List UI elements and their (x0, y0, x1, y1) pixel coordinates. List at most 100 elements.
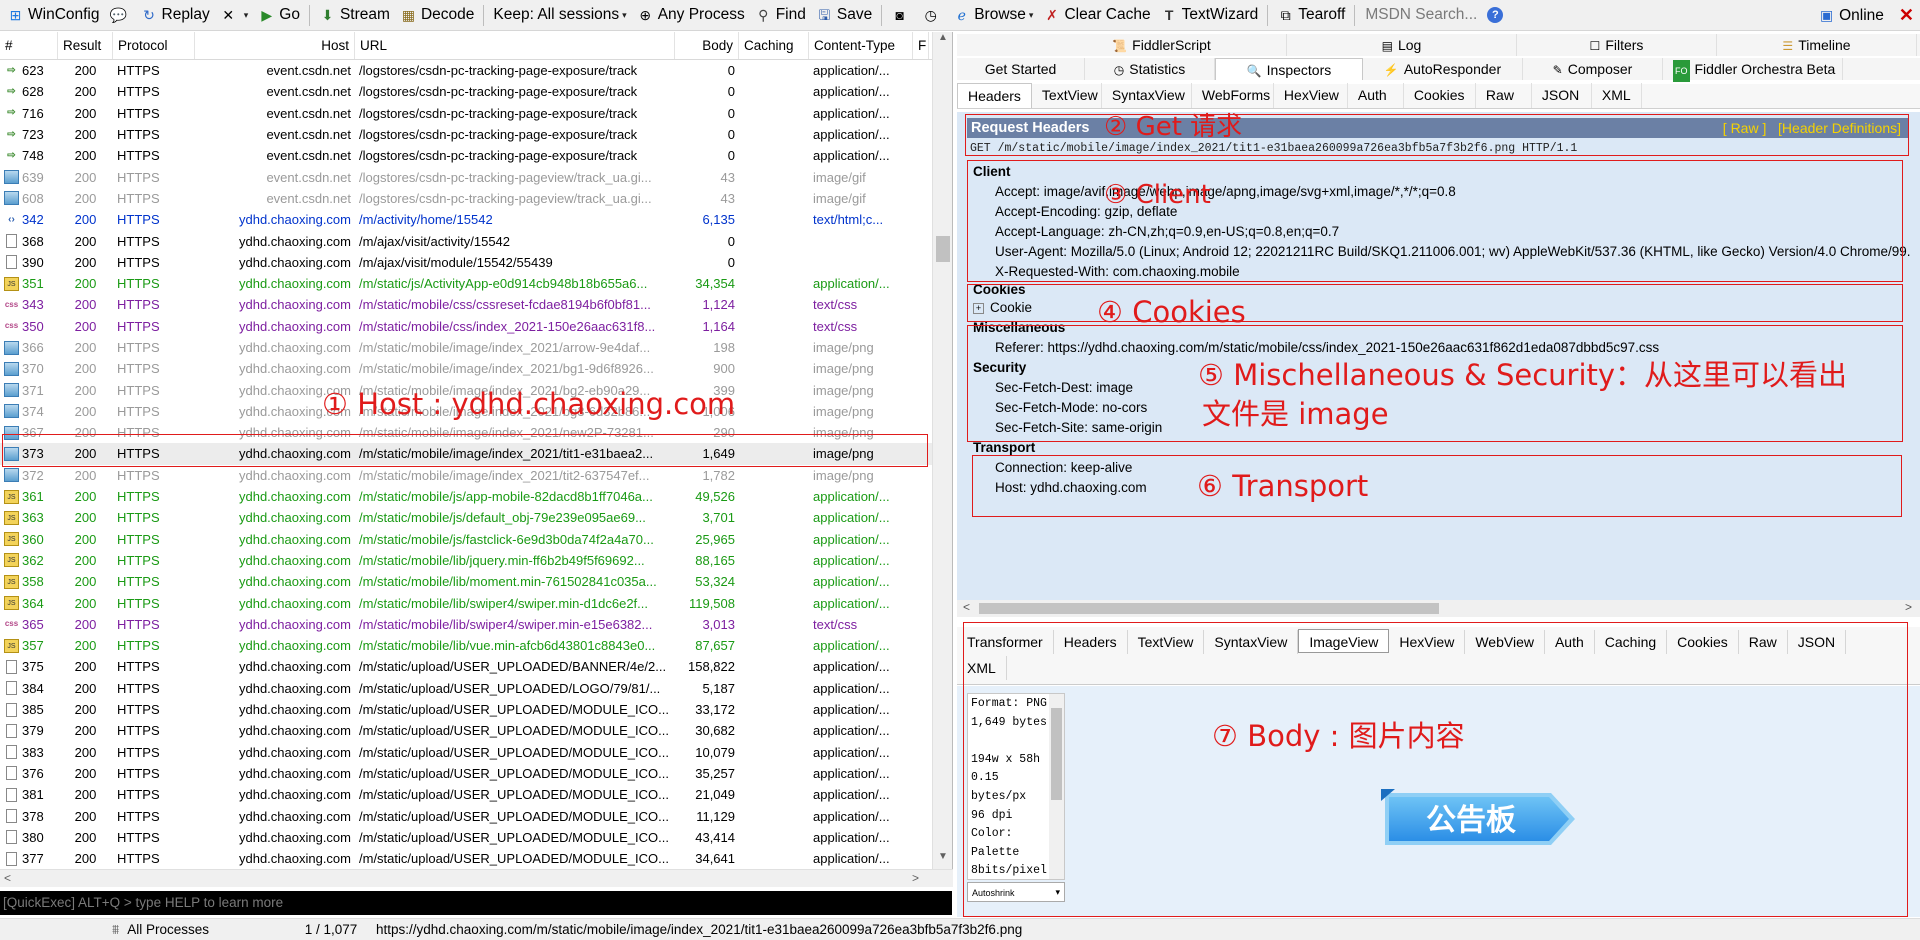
find-button[interactable]: ⚲ Find (750, 3, 811, 28)
tab-response-syntaxview[interactable]: SyntaxView (1204, 630, 1299, 654)
save-button[interactable]: 🖫 Save (811, 3, 877, 28)
tab-request-headers[interactable]: Headers (957, 83, 1032, 108)
tab-fiddler-orchestra[interactable]: FO Fiddler Orchestra Beta (1663, 58, 1843, 82)
stream-button[interactable]: ⬇ Stream (314, 3, 395, 28)
scroll-down-icon[interactable]: ▼ (933, 851, 953, 869)
tab-fiddlerscript[interactable]: 📜 FiddlerScript (1037, 34, 1287, 56)
column-header-body[interactable]: Body (675, 32, 739, 59)
winconfig-button[interactable]: ⊞ WinConfig (2, 3, 105, 28)
table-row[interactable]: ⇨ 716 200 HTTPS event.csdn.net/logstores/csd… (0, 103, 933, 124)
keep-sessions-dropdown[interactable]: Keep: All sessions ▾ (488, 3, 631, 28)
tab-response-headers[interactable]: Headers (1054, 630, 1128, 654)
table-row[interactable]: 381 200 HTTPS ydhd.chaoxing.com/m/static/up… (0, 784, 933, 805)
table-row[interactable]: ⇨ 748 200 HTTPS event.csdn.net/logstores/csd… (0, 145, 933, 166)
table-row[interactable]: ⇨ 723 200 HTTPS event.csdn.net/logstores/csd… (0, 124, 933, 145)
tab-response-imageview[interactable]: ImageView (1298, 629, 1390, 653)
tab-request-cookies[interactable]: Cookies (1404, 83, 1476, 108)
table-row[interactable]: 368 200 HTTPS ydhd.chaoxing.com/m/ajax/visi… (0, 230, 933, 251)
tab-get-started[interactable]: Get Started (957, 58, 1085, 80)
table-row[interactable]: 384 200 HTTPS ydhd.chaoxing.com/m/static/up… (0, 678, 933, 699)
textwizard-button[interactable]: T TextWizard (1156, 3, 1264, 28)
tab-response-raw[interactable]: Raw (1739, 630, 1788, 654)
tab-response-xml[interactable]: XML (957, 656, 1007, 680)
tab-response-textview[interactable]: TextView (1128, 630, 1205, 654)
table-row[interactable]: JS 363 200 HTTPS ydhd.chaoxing.com/m/static/… (0, 507, 933, 528)
tab-response-webview[interactable]: WebView (1465, 630, 1545, 654)
table-row[interactable]: ⇨ 623 200 HTTPS event.csdn.net/logstores/csd… (0, 60, 933, 81)
online-button[interactable]: ▣ Online (1813, 3, 1889, 28)
process-filter[interactable]: ⩩ All Processes (0, 922, 286, 938)
tab-response-json[interactable]: JSON (1788, 630, 1847, 654)
tab-autoresponder[interactable]: ⚡ AutoResponder (1363, 58, 1523, 80)
column-header-number[interactable]: # (0, 32, 58, 59)
column-header-protocol[interactable]: Protocol (113, 32, 195, 59)
scroll-right-icon[interactable]: > (1905, 600, 1912, 614)
tab-request-json[interactable]: JSON (1532, 83, 1592, 108)
column-header-url[interactable]: URL (355, 32, 675, 59)
table-row[interactable]: 370 200 HTTPS ydhd.chaoxing.com/m/static/mo… (0, 358, 933, 379)
table-row[interactable]: 373 200 HTTPS ydhd.chaoxing.com/m/static/mo… (0, 443, 933, 465)
table-row[interactable]: 390 200 HTTPS ydhd.chaoxing.com/m/ajax/visi… (0, 252, 933, 273)
scroll-right-icon[interactable]: > (912, 871, 919, 885)
scrollbar-thumb[interactable] (979, 603, 1439, 614)
table-row[interactable]: JS 351 200 HTTPS ydhd.chaoxing.com/m/static/… (0, 273, 933, 294)
table-row[interactable]: css 365 200 HTTPS ydhd.chaoxing.com/m/static… (0, 614, 933, 635)
table-row[interactable]: JS 360 200 HTTPS ydhd.chaoxing.com/m/static/… (0, 529, 933, 550)
table-row[interactable]: JS 357 200 HTTPS ydhd.chaoxing.com/m/static/… (0, 635, 933, 656)
table-row[interactable]: 376 200 HTTPS ydhd.chaoxing.com/m/static/up… (0, 763, 933, 784)
column-header-host[interactable]: Host (195, 32, 355, 59)
tab-request-webforms[interactable]: WebForms (1192, 83, 1274, 108)
table-row[interactable]: 367 200 HTTPS ydhd.chaoxing.com/m/static/mo… (0, 422, 933, 443)
clear-cache-button[interactable]: ✗ Clear Cache (1038, 3, 1155, 28)
request-horizontal-scrollbar[interactable]: < > (957, 600, 1920, 617)
tab-request-auth[interactable]: Auth (1348, 83, 1404, 108)
tab-request-textview[interactable]: TextView (1032, 83, 1102, 108)
scroll-up-icon[interactable]: ▲ (933, 32, 953, 50)
table-row[interactable]: 385 200 HTTPS ydhd.chaoxing.com/m/static/up… (0, 699, 933, 720)
tab-response-cookies[interactable]: Cookies (1667, 630, 1739, 654)
image-info-scrollbar[interactable] (1049, 694, 1064, 879)
expand-icon[interactable]: + (973, 302, 984, 314)
cookie-node[interactable]: + Cookie (973, 300, 1032, 315)
table-row[interactable]: 375 200 HTTPS ydhd.chaoxing.com/m/static/up… (0, 656, 933, 677)
decode-button[interactable]: ▦ Decode (395, 3, 479, 28)
scroll-left-icon[interactable]: < (4, 871, 11, 885)
table-row[interactable]: 372 200 HTTPS ydhd.chaoxing.com/m/static/mo… (0, 465, 933, 486)
table-row[interactable]: ‹› 342 200 HTTPS ydhd.chaoxing.com/m/activit… (0, 209, 933, 230)
close-icon[interactable]: ✕ (1899, 5, 1914, 26)
table-row[interactable]: 379 200 HTTPS ydhd.chaoxing.com/m/static/up… (0, 720, 933, 741)
tab-filters[interactable]: ☐ Filters (1517, 34, 1717, 56)
browse-button[interactable]: ℯ Browse ▾ (948, 3, 1038, 28)
tearoff-button[interactable]: ⧉ Tearoff (1272, 3, 1350, 28)
replay-button[interactable]: ↻ Replay (136, 3, 215, 28)
remove-button[interactable]: ✕ ▾ (215, 3, 254, 28)
tab-request-xml[interactable]: XML (1592, 83, 1642, 108)
table-row[interactable]: css 343 200 HTTPS ydhd.chaoxing.com/m/static… (0, 294, 933, 315)
tab-timeline[interactable]: ☰ Timeline (1717, 34, 1917, 56)
table-row[interactable]: 377 200 HTTPS ydhd.chaoxing.com/m/static/up… (0, 848, 933, 869)
table-row[interactable]: 366 200 HTTPS ydhd.chaoxing.com/m/static/mo… (0, 337, 933, 358)
quickexec-input[interactable]: [QuickExec] ALT+Q > type HELP to learn m… (0, 891, 952, 915)
autoshrink-dropdown[interactable]: Autoshrink ▾ (967, 882, 1065, 902)
tab-response-transformer[interactable]: Transformer (957, 630, 1054, 654)
tab-inspectors[interactable]: 🔍 Inspectors (1215, 58, 1363, 80)
column-header-content-type[interactable]: Content-Type (809, 32, 913, 59)
table-row[interactable]: 378 200 HTTPS ydhd.chaoxing.com/m/static/up… (0, 805, 933, 826)
table-row[interactable]: JS 361 200 HTTPS ydhd.chaoxing.com/m/static/… (0, 486, 933, 507)
table-row[interactable]: 608 200 HTTPS event.csdn.net/logstores/csdn… (0, 188, 933, 209)
tab-request-hexview[interactable]: HexView (1274, 83, 1348, 108)
timer-button[interactable]: ◷ (917, 3, 948, 28)
tab-statistics[interactable]: ◷ Statistics (1085, 58, 1215, 80)
scrollbar-thumb[interactable] (936, 236, 950, 262)
comment-button[interactable]: 💬 (105, 3, 136, 28)
sessions-horizontal-scrollbar[interactable]: < > (0, 869, 953, 887)
tab-request-syntaxview[interactable]: SyntaxView (1102, 83, 1192, 108)
tab-response-caching[interactable]: Caching (1595, 630, 1668, 654)
table-row[interactable]: JS 362 200 HTTPS ydhd.chaoxing.com/m/static/… (0, 550, 933, 571)
raw-link[interactable]: [ Raw ] (1723, 120, 1767, 136)
header-definitions-link[interactable]: [Header Definitions] (1778, 120, 1901, 136)
table-row[interactable]: JS 358 200 HTTPS ydhd.chaoxing.com/m/static/… (0, 571, 933, 592)
column-header-result[interactable]: Result (58, 32, 113, 59)
tab-composer[interactable]: ✎ Composer (1523, 58, 1663, 80)
tab-request-raw[interactable]: Raw (1476, 83, 1532, 108)
